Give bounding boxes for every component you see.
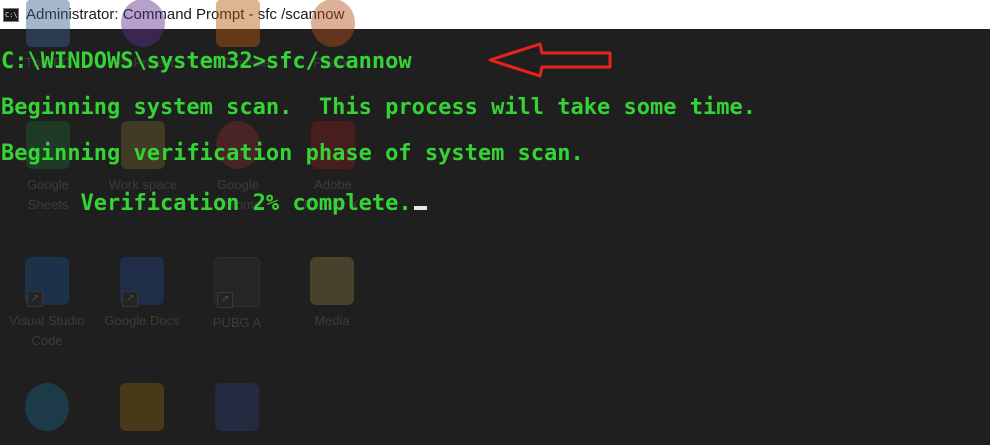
verification-progress-text: Verification 2% complete. [80,191,412,216]
console-output[interactable]: C:\WINDOWS\system32>sfc/scannow Beginnin… [0,29,990,445]
text-cursor [413,206,427,210]
annotation-arrow-icon [488,42,612,78]
command-prompt-window: C:\ Administrator: Command Prompt - sfc … [0,0,990,445]
progress-line: Verification 2% complete. [1,165,427,243]
console-line: Beginning system scan. This process will… [1,95,756,120]
console-line: Beginning verification phase of system s… [1,141,584,166]
prompt-line: C:\WINDOWS\system32>sfc/scannow [1,49,412,74]
